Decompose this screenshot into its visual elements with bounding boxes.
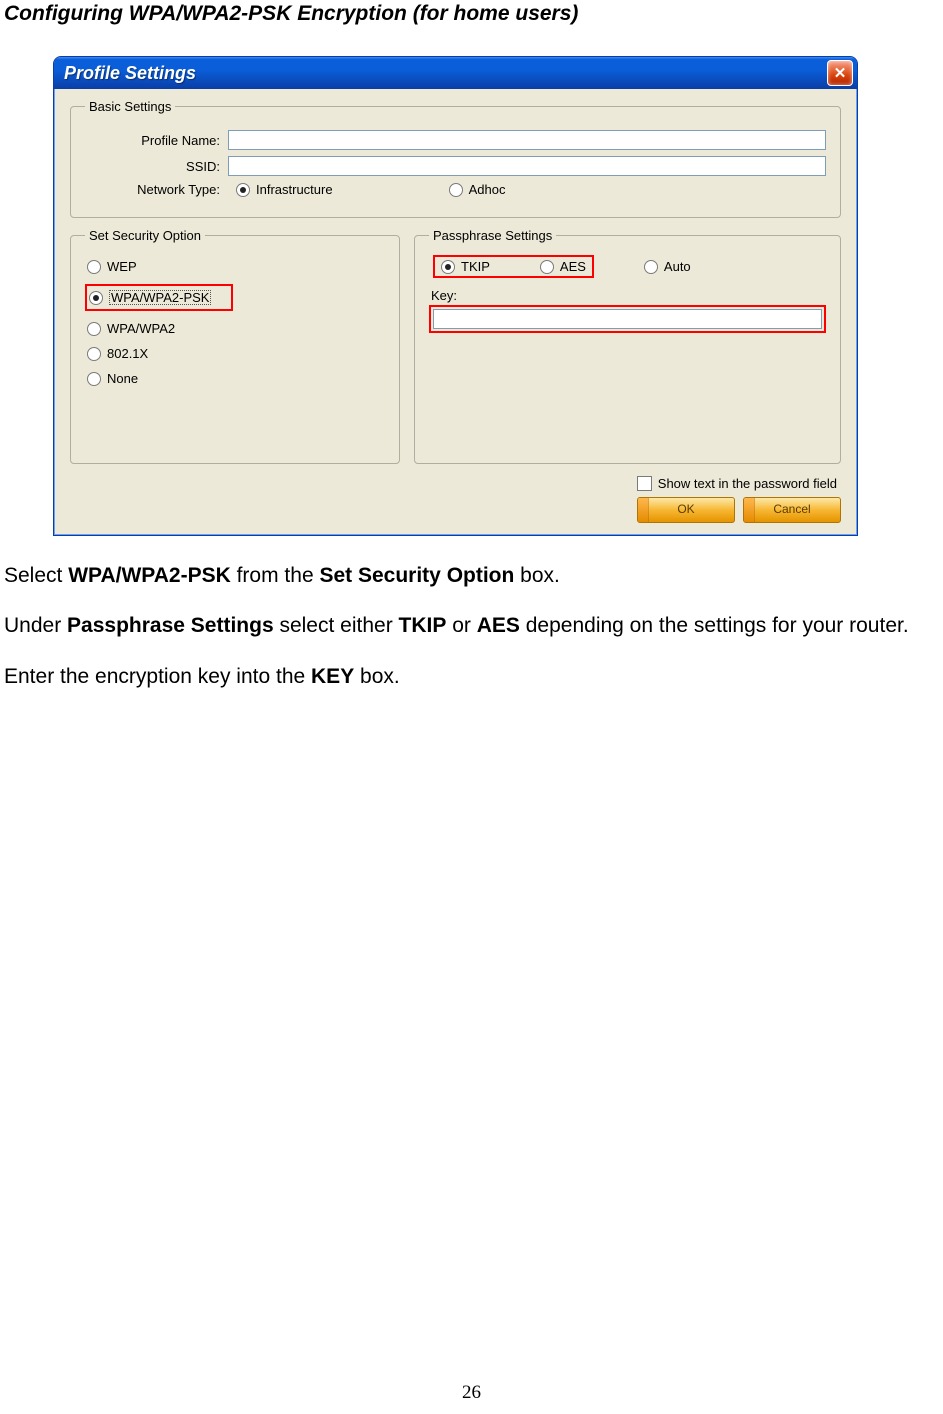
infrastructure-label: Infrastructure [256, 182, 333, 197]
show-text-label: Show text in the password field [658, 476, 837, 491]
passphrase-tkip-aes-highlight: TKIP AES [433, 255, 594, 278]
instructions-block: Select WPA/WPA2-PSK from the Set Securit… [0, 536, 943, 691]
passphrase-aes-radio[interactable]: AES [540, 259, 586, 274]
passphrase-settings-group: Passphrase Settings TKIP AES [414, 228, 841, 464]
profile-name-input[interactable] [228, 130, 826, 150]
passphrase-settings-legend: Passphrase Settings [429, 228, 556, 243]
key-label: Key: [431, 288, 826, 303]
network-type-infrastructure-radio[interactable]: Infrastructure [236, 182, 333, 197]
profile-name-label: Profile Name: [85, 133, 228, 148]
close-button[interactable]: ✕ [827, 60, 853, 86]
radio-icon [236, 183, 250, 197]
none-label: None [107, 371, 138, 386]
cancel-button-label: Cancel [773, 502, 810, 516]
instruction-3: Enter the encryption key into the KEY bo… [4, 663, 939, 691]
radio-icon [87, 372, 101, 386]
page-heading: Configuring WPA/WPA2-PSK Encryption (for… [0, 0, 943, 26]
radio-icon [540, 260, 554, 274]
cancel-button[interactable]: Cancel [743, 497, 841, 523]
radio-icon [87, 347, 101, 361]
security-wep-radio[interactable]: WEP [85, 255, 385, 278]
passphrase-auto-radio[interactable]: Auto [644, 259, 691, 274]
ok-button[interactable]: OK [637, 497, 735, 523]
wpa-psk-label: WPA/WPA2-PSK [109, 290, 211, 305]
instruction-1: Select WPA/WPA2-PSK from the Set Securit… [4, 562, 939, 590]
ok-button-label: OK [677, 502, 694, 516]
screenshot-container: Profile Settings ✕ Basic Settings Profil… [0, 26, 943, 536]
window-titlebar: Profile Settings ✕ [54, 57, 857, 89]
basic-settings-legend: Basic Settings [85, 99, 175, 114]
key-input[interactable] [433, 309, 822, 329]
security-none-radio[interactable]: None [85, 367, 385, 390]
instruction-2: Under Passphrase Settings select either … [4, 612, 939, 640]
page-number: 26 [0, 1382, 943, 1404]
radio-icon [87, 322, 101, 336]
show-text-checkbox[interactable] [637, 476, 652, 491]
security-8021x-radio[interactable]: 802.1X [85, 342, 385, 365]
dot1x-label: 802.1X [107, 346, 148, 361]
auto-label: Auto [664, 259, 691, 274]
adhoc-label: Adhoc [469, 182, 506, 197]
basic-settings-group: Basic Settings Profile Name: SSID: Netwo… [70, 99, 841, 218]
passphrase-tkip-radio[interactable]: TKIP [441, 259, 490, 274]
window-title: Profile Settings [64, 63, 827, 84]
wep-label: WEP [107, 259, 137, 274]
security-option-legend: Set Security Option [85, 228, 205, 243]
radio-icon [449, 183, 463, 197]
network-type-adhoc-radio[interactable]: Adhoc [449, 182, 506, 197]
ssid-input[interactable] [228, 156, 826, 176]
ssid-label: SSID: [85, 159, 228, 174]
security-wpa-radio[interactable]: WPA/WPA2 [85, 317, 385, 340]
aes-label: AES [560, 259, 586, 274]
radio-icon [441, 260, 455, 274]
close-icon: ✕ [834, 66, 847, 81]
radio-icon [644, 260, 658, 274]
profile-settings-window: Profile Settings ✕ Basic Settings Profil… [53, 56, 858, 536]
network-type-label: Network Type: [85, 182, 228, 197]
wpa-label: WPA/WPA2 [107, 321, 175, 336]
radio-icon [89, 291, 103, 305]
security-option-group: Set Security Option WEP WPA/WPA2-PSK WPA… [70, 228, 400, 464]
key-input-highlight [429, 305, 826, 333]
security-wpa-psk-radio[interactable]: WPA/WPA2-PSK [85, 284, 233, 311]
radio-icon [87, 260, 101, 274]
tkip-label: TKIP [461, 259, 490, 274]
